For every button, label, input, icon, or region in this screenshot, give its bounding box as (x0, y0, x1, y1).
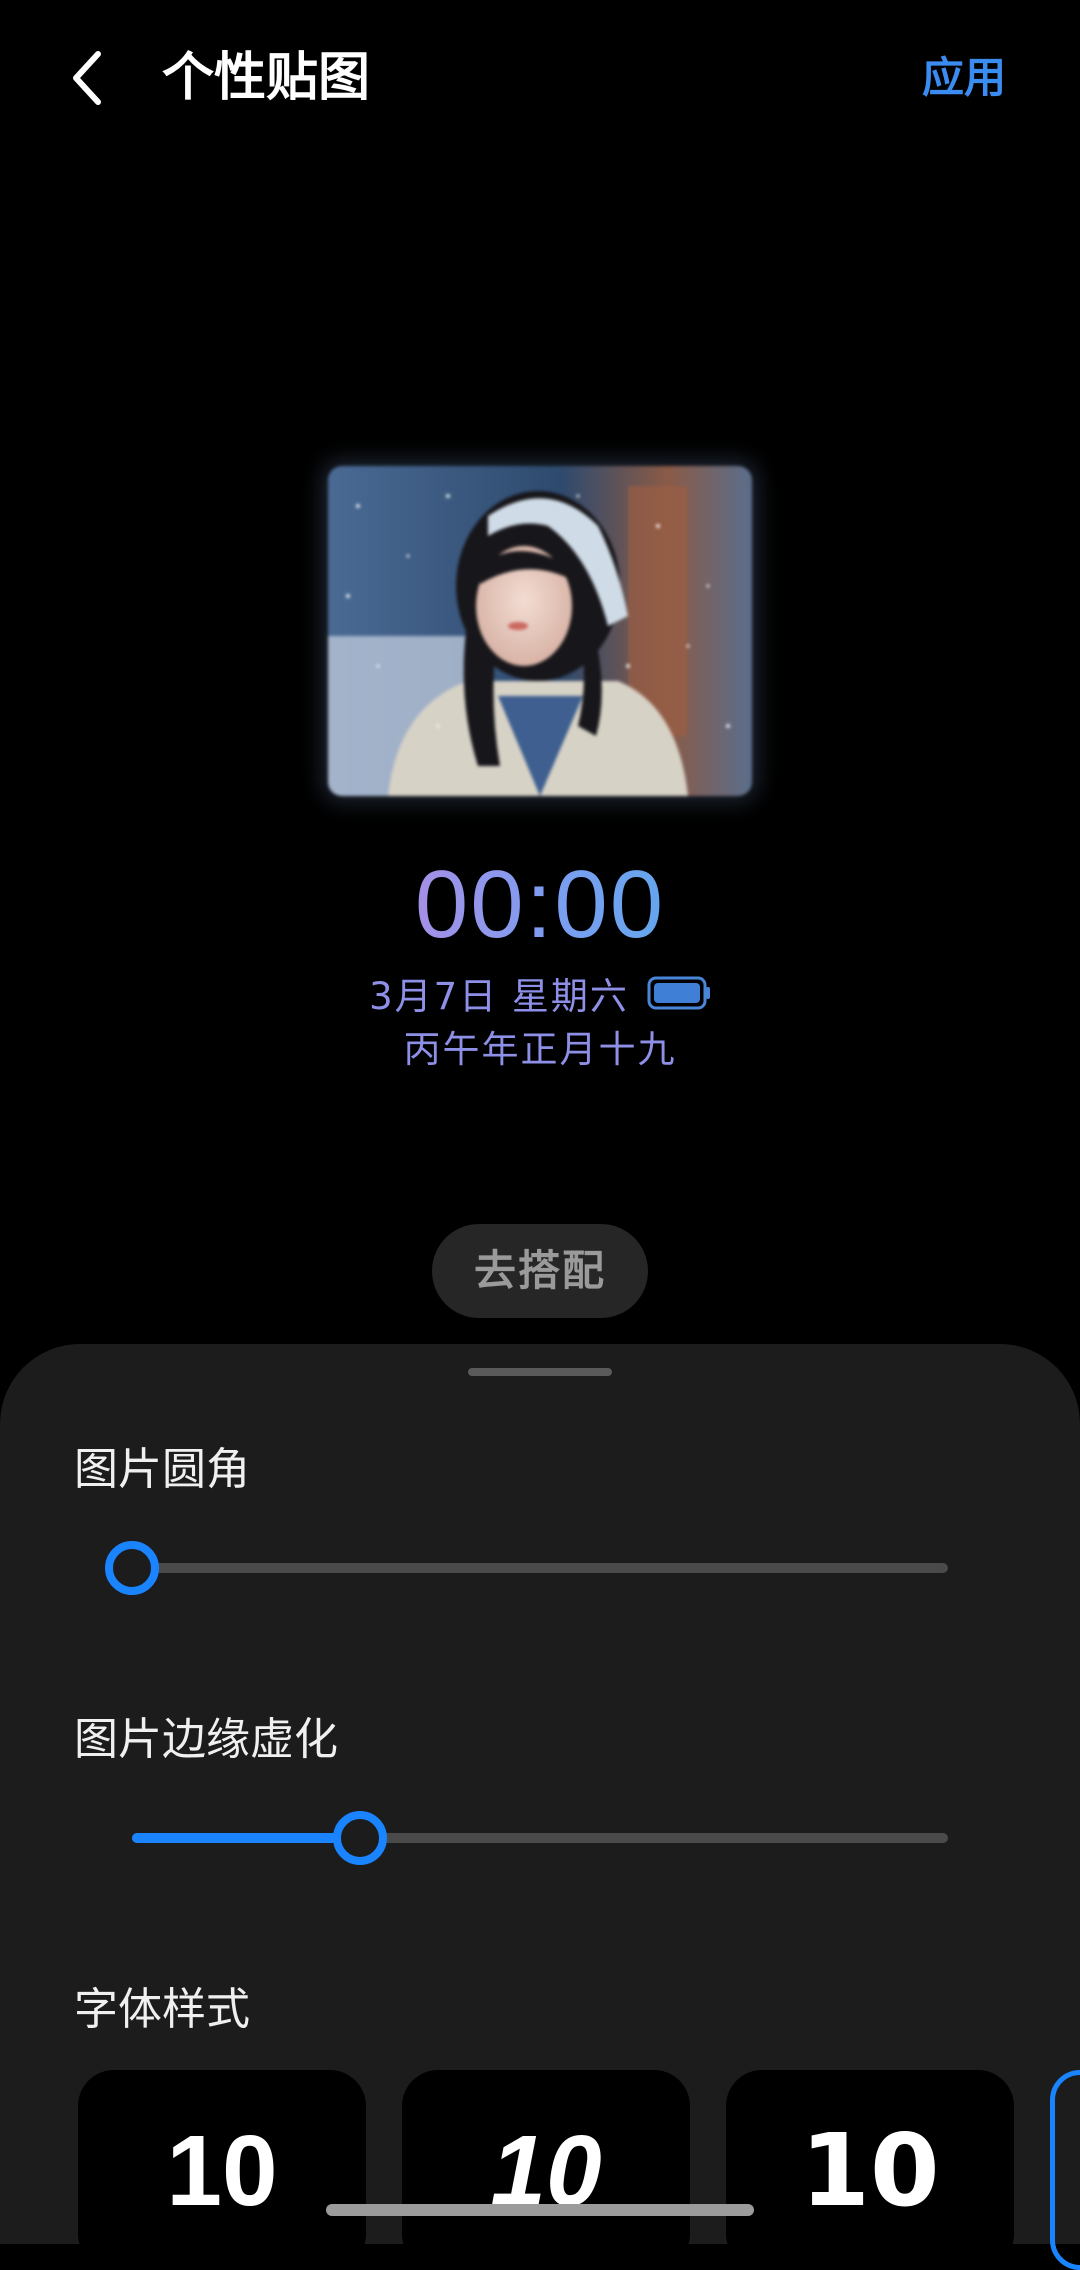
page-title: 个性贴图 (162, 48, 371, 108)
clock-time-text: 00:00 (414, 851, 666, 958)
sheet-drag-handle[interactable] (468, 1368, 612, 1376)
slider-track (132, 1563, 948, 1573)
top-bar: 个性贴图 应用 (0, 0, 1080, 160)
edge-blur-slider[interactable] (132, 1808, 948, 1868)
font-option-sample: 10 (166, 2115, 278, 2227)
chevron-left-icon (73, 51, 101, 105)
font-style-label: 字体样式 (74, 1984, 250, 2035)
slider-fill (132, 1833, 360, 1843)
back-button[interactable] (58, 46, 118, 110)
font-option-4-selected[interactable] (1050, 2070, 1080, 2270)
font-option-sample: 10 (800, 2112, 940, 2229)
slider-thumb[interactable] (333, 1811, 387, 1865)
date-text: 3月7日 星期六 (369, 975, 629, 1018)
apply-button[interactable]: 应用 (922, 46, 1006, 110)
edge-blur-label: 图片边缘虚化 (74, 1714, 338, 1765)
corner-radius-slider[interactable] (105, 1538, 948, 1598)
corner-radius-label: 图片圆角 (74, 1444, 250, 1495)
slider-thumb[interactable] (105, 1541, 159, 1595)
match-button[interactable]: 去搭配 (432, 1224, 648, 1318)
clock-time: 00:00 (0, 850, 1080, 960)
battery-icon (647, 976, 711, 1010)
font-option-1[interactable]: 10 (78, 2070, 366, 2270)
font-option-2[interactable]: 10 (402, 2070, 690, 2270)
date-row: 3月7日 星期六 (0, 965, 1080, 1021)
lunar-date: 丙午年正月十九 (403, 1028, 677, 1071)
home-indicator[interactable] (326, 2204, 754, 2216)
font-option-3[interactable]: 10 (726, 2070, 1014, 2270)
sticker-preview-image[interactable] (328, 466, 752, 796)
